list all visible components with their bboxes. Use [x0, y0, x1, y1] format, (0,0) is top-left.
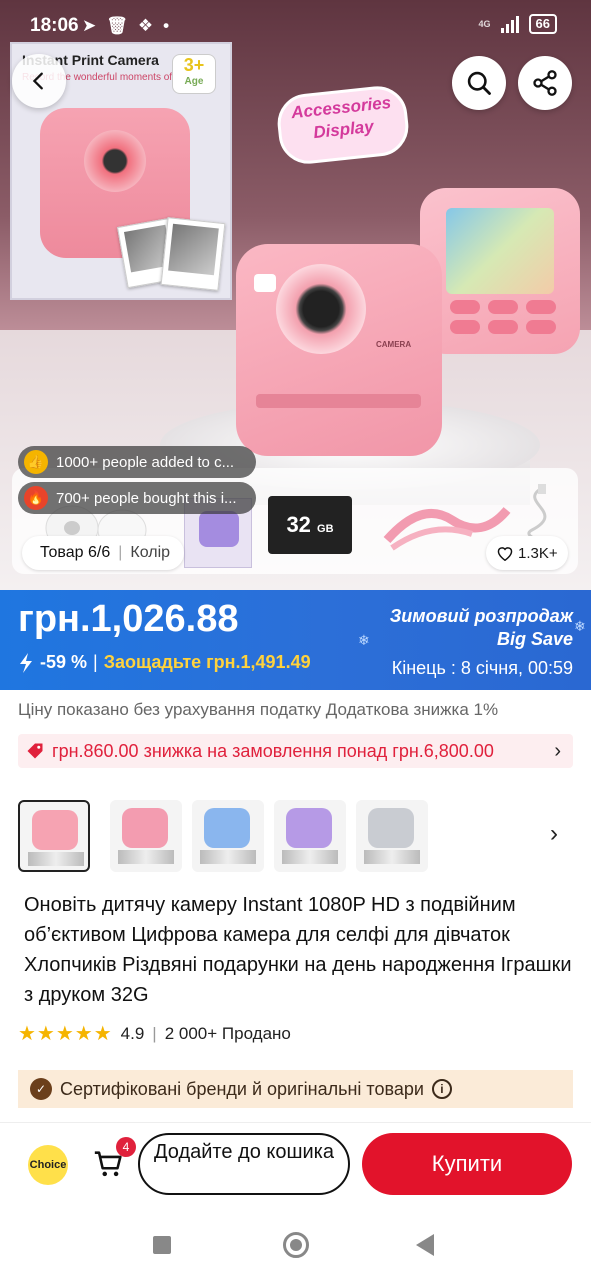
sale-subtitle: Big Save [496, 629, 573, 649]
variant-thumb-purple[interactable] [274, 800, 346, 872]
social-proof-added: 👍 1000+ people added to c... [18, 446, 256, 478]
gallery-counter-tag[interactable]: Товар 6/6 | Колір [22, 536, 185, 570]
home-icon[interactable] [283, 1232, 309, 1258]
sale-end-time: Кінець : 8 січня, 00:59 [391, 658, 573, 678]
share-button[interactable] [518, 56, 572, 110]
color-label[interactable]: Колір [130, 544, 170, 562]
recents-icon[interactable] [153, 1236, 171, 1254]
print-slot [256, 394, 421, 408]
certified-brands-banner[interactable]: ✓ Сертифіковані бренди й оригінальні тов… [18, 1070, 573, 1108]
camera-front-image: CAMERA [236, 244, 442, 456]
social-proof-added-text: 1000+ people added to c... [56, 453, 235, 471]
camera-flash [254, 274, 276, 292]
certified-text: Сертифіковані бренди й оригінальні товар… [60, 1078, 424, 1099]
signal-icon [500, 15, 519, 33]
variants-next-chevron-icon[interactable]: › [550, 820, 558, 848]
status-notification-icons: ➤ 🗑 ❖ • [82, 16, 169, 36]
battery-level: 66 [535, 16, 550, 31]
status-time: 18:06 [30, 15, 79, 36]
winter-sale-block: Зимовий розпродаж Big Save Кінець : 8 сі… [390, 606, 573, 679]
savings-amount: Заощадьте грн.1,491.49 [103, 652, 311, 672]
choice-badge[interactable]: Choice [28, 1145, 68, 1185]
dot-icon: • [163, 16, 170, 35]
rating-score: 4.9 [120, 1023, 145, 1043]
thumbs-up-icon: 👍 [24, 450, 48, 474]
variant-thumb-white[interactable] [356, 800, 428, 872]
sd-card-image: 32 GB [268, 496, 352, 554]
social-proof-bought: 🔥 700+ people bought this i... [18, 482, 256, 514]
lightning-icon [20, 652, 32, 673]
bottom-action-bar: Choice 4 Додайте до кошика Купити [0, 1122, 591, 1208]
coupon-text: грн.860.00 знижка на замовлення понад гр… [52, 740, 494, 761]
network-type: 4G [478, 19, 491, 29]
trash-icon: 🗑 [106, 16, 128, 35]
chevron-right-icon: › [554, 740, 561, 762]
sale-title: Зимовий розпродаж [389, 606, 573, 626]
likes-count: 1.3K+ [518, 544, 558, 562]
print-photo-2 [160, 217, 226, 291]
snowflake-icon: ❄ [574, 618, 586, 634]
chevron-left-icon [32, 72, 43, 90]
discount-row: -59 % | Заощадьте грн.1,491.49 [18, 652, 311, 673]
camera-back-image [420, 188, 580, 354]
status-bar: 18:06 ➤ 🗑 ❖ • 4G 66 [0, 0, 591, 52]
social-proof-bought-text: 700+ people bought this i... [56, 489, 237, 507]
buy-now-button[interactable]: Купити [362, 1133, 572, 1195]
dropbox-icon: ❖ [137, 16, 154, 35]
info-icon[interactable]: i [431, 1079, 452, 1099]
discount-divider: | [93, 652, 98, 672]
tag-divider: | [118, 544, 123, 561]
share-icon [533, 70, 557, 96]
rating-divider: | [152, 1023, 157, 1043]
camera-brand-label: CAMERA [376, 340, 412, 349]
product-title: Оновіть дитячу камеру Instant 1080P HD з… [24, 894, 572, 1006]
camera-buttons [450, 300, 560, 334]
tax-note: Ціну показано без урахування податку Дод… [18, 700, 499, 719]
wishlist-button[interactable]: 1.3K+ [486, 536, 568, 570]
back-button[interactable] [12, 54, 66, 108]
rating-stars: ★★★★★ [18, 1023, 113, 1045]
rating-row[interactable]: ★★★★★ 4.9 | 2 000+ Продано [18, 1021, 291, 1046]
search-icon [467, 71, 491, 95]
back-nav-icon[interactable] [416, 1234, 434, 1256]
tag-icon [27, 743, 43, 759]
system-nav-bar [0, 1208, 591, 1280]
age-badge: 3+ Age [172, 54, 216, 94]
sold-count: 2 000+ Продано [164, 1023, 291, 1043]
variant-thumb-blue[interactable] [192, 800, 264, 872]
cart-count-badge: 4 [116, 1137, 136, 1157]
age-label: Age [184, 76, 204, 87]
battery-icon: 66 [528, 14, 557, 34]
telegram-icon: ➤ [82, 16, 97, 35]
variant-selector: › [18, 800, 578, 872]
image-counter: Товар 6/6 [40, 544, 111, 561]
add-to-cart-button[interactable]: Додайте до кошика [138, 1133, 350, 1195]
status-right: 4G 66 [479, 14, 557, 34]
heart-icon [497, 547, 513, 561]
sd-card-size: 32 [286, 512, 311, 537]
sd-card-unit: GB [317, 523, 334, 535]
discount-percent: -59 % [40, 652, 88, 672]
certified-check-icon: ✓ [30, 1078, 52, 1100]
box-camera-lens [84, 130, 146, 192]
snowflake-icon: ❄ [358, 632, 370, 648]
coupon-banner[interactable]: грн.860.00 знижка на замовлення понад гр… [18, 734, 573, 768]
camera-screen [446, 208, 554, 294]
current-price: грн.1,026.88 [18, 598, 239, 640]
fire-icon: 🔥 [24, 486, 48, 510]
search-button[interactable] [452, 56, 506, 110]
age-number: 3+ [183, 55, 205, 75]
variant-thumb-pink-selected[interactable] [18, 800, 90, 872]
camera-lens [276, 264, 366, 354]
product-page: Instant Print Camera Record the wonderfu… [0, 0, 591, 1280]
price-banner: грн.1,026.88 -59 % | Заощадьте грн.1,491… [0, 590, 591, 690]
variant-thumb-pink[interactable] [110, 800, 182, 872]
